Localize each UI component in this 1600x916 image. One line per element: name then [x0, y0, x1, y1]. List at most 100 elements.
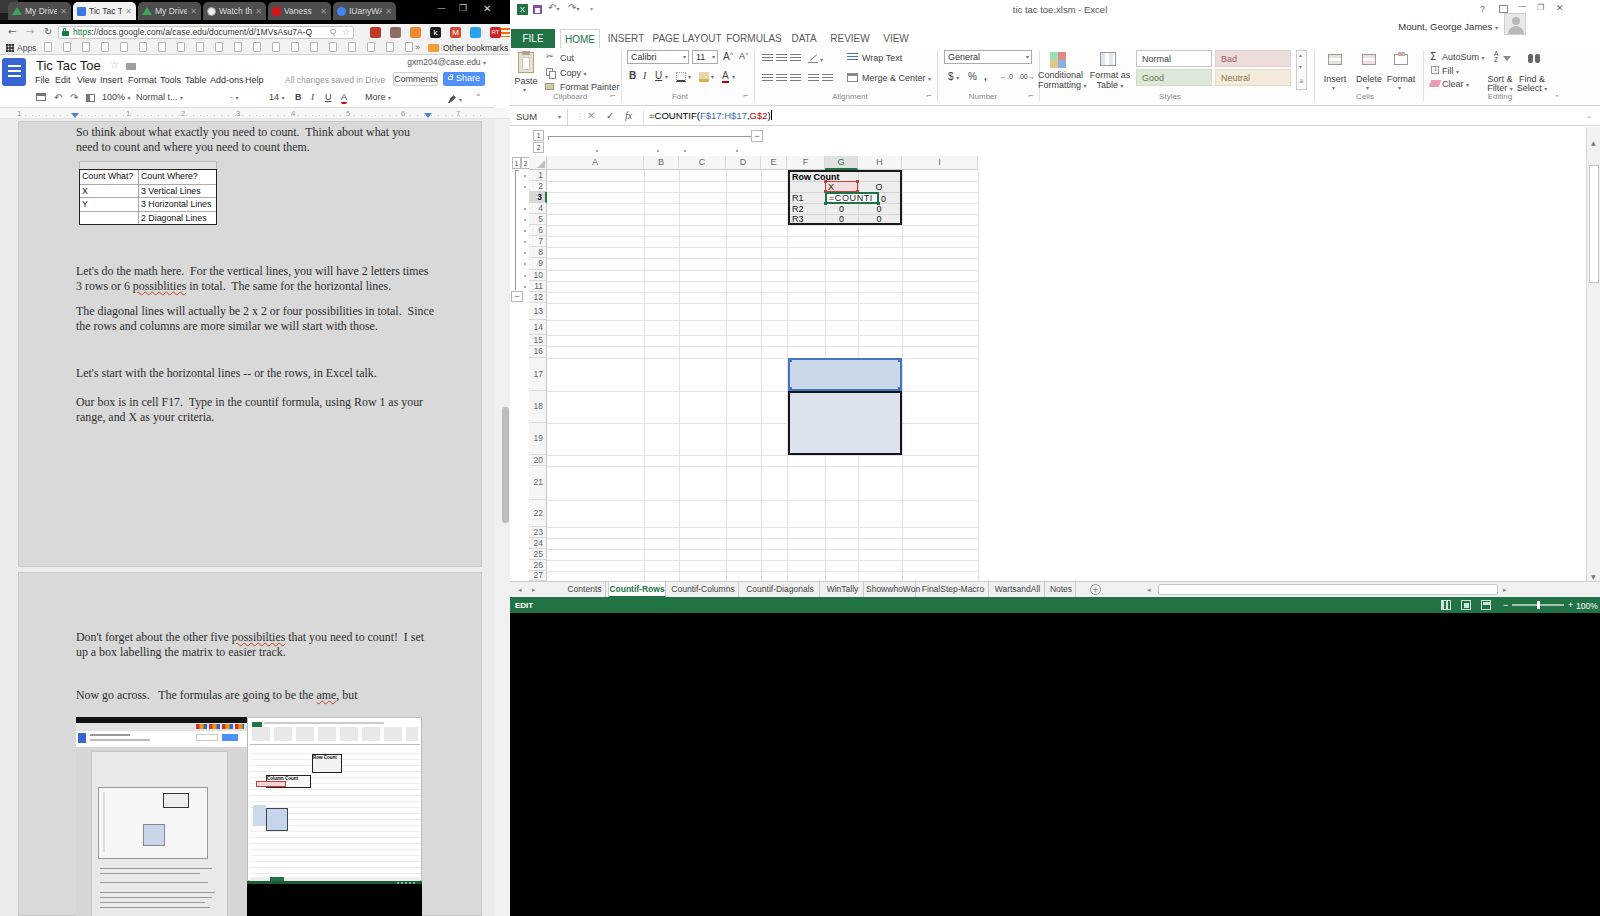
increase-font-icon[interactable]: A˄: [723, 51, 733, 62]
sheet-tab-showwhowon[interactable]: ShowwhoWon: [866, 582, 916, 598]
font-name-select[interactable]: Calibri▾: [627, 50, 689, 64]
chrome-minimize-button[interactable]: —: [437, 3, 446, 13]
column-outline-level-2[interactable]: 2: [533, 142, 544, 153]
bookmark-item[interactable]: [272, 42, 280, 52]
column-header-G[interactable]: G: [825, 156, 858, 170]
criteria-range-highlight-g2[interactable]: X: [825, 181, 858, 192]
orientation-arrow[interactable]: ▾: [820, 56, 823, 63]
cell-f4[interactable]: R2: [792, 204, 804, 214]
browser-tab-watch-th[interactable]: Watch th✕: [203, 2, 266, 20]
select-all-corner[interactable]: [529, 156, 547, 170]
bookmark-star-icon[interactable]: ☆: [342, 27, 350, 37]
scroll-down-icon[interactable]: ▼: [1591, 573, 1596, 580]
editing-cell-g3[interactable]: =COUNTI: [825, 192, 879, 204]
sheet-tab-countif-columns[interactable]: Countif-Columns: [668, 582, 739, 598]
format-button[interactable]: Format: [1382, 74, 1420, 84]
bookmark-item[interactable]: [158, 42, 166, 52]
help-icon[interactable]: ?: [1480, 4, 1485, 14]
doc-scrollbar[interactable]: [494, 119, 510, 916]
conditional-formatting-button[interactable]: Conditional: [1038, 70, 1082, 80]
row-header-21[interactable]: 21: [529, 466, 547, 500]
comments-button[interactable]: Comments: [393, 72, 438, 86]
bookmark-item[interactable]: [63, 42, 71, 52]
column-header-B[interactable]: B: [644, 156, 679, 170]
alignment-dialog-launcher[interactable]: ⌐: [926, 92, 932, 100]
browser-tab-tic-tac-t[interactable]: Tic Tac T✕: [73, 2, 136, 20]
back-icon[interactable]: ←: [8, 27, 16, 37]
decrease-indent-icon[interactable]: [808, 74, 819, 83]
tab-close-icon[interactable]: ✕: [190, 7, 197, 16]
text-color-button[interactable]: A: [341, 91, 347, 104]
doc-page-1[interactable]: Count What?Count Where?X3 Vertical Lines…: [18, 121, 482, 567]
extension-icon-1[interactable]: [370, 27, 381, 38]
extension-icon-3[interactable]: [410, 27, 421, 38]
redo-icon[interactable]: ↷: [70, 92, 78, 103]
increase-decimal-button[interactable]: ←.0: [1000, 73, 1013, 80]
document-canvas[interactable]: Count What?Count Where?X3 Vertical Lines…: [0, 119, 494, 916]
row-header-15[interactable]: 15: [529, 335, 547, 346]
styles-gallery-scroll[interactable]: ▴▾≡: [1296, 50, 1307, 90]
sheet-tab-finalstep-macro[interactable]: FinalStep-Macro: [918, 582, 989, 598]
insert-arrow[interactable]: ▾: [1332, 84, 1335, 91]
bookmark-item[interactable]: [215, 42, 223, 52]
decrease-decimal-button[interactable]: .00→: [1018, 73, 1035, 80]
font-dialog-launcher[interactable]: ⌐: [743, 92, 749, 100]
right-indent-marker[interactable]: [424, 113, 432, 118]
clipboard-dialog-launcher[interactable]: ⌐: [610, 92, 616, 100]
row-header-16[interactable]: 16: [529, 346, 547, 358]
browser-tab-my-drive[interactable]: My Drive✕: [8, 2, 71, 20]
ribbon-tab-formulas[interactable]: FORMULAS: [726, 29, 782, 48]
sheet-tab-countif-rows[interactable]: Countif-Rows: [608, 582, 666, 598]
font-size-select[interactable]: 11▾: [692, 50, 718, 64]
tab-close-icon[interactable]: ✕: [125, 7, 132, 16]
browser-tab-vaness[interactable]: Vaness✕: [268, 2, 331, 20]
underline-button[interactable]: U: [325, 91, 332, 104]
name-box[interactable]: SUM▾: [510, 109, 568, 125]
row-header-4[interactable]: 4: [529, 203, 547, 214]
bookmark-item[interactable]: [44, 42, 52, 52]
format-arrow[interactable]: ▾: [1398, 84, 1401, 91]
conditional-formatting-label2[interactable]: Formatting ▾: [1038, 80, 1082, 90]
column-header-I[interactable]: I: [902, 156, 978, 170]
font-size-select[interactable]: 14 ▾: [269, 91, 285, 104]
left-indent-marker[interactable]: [71, 113, 79, 118]
docs-menu-edit[interactable]: Edit: [55, 75, 71, 85]
print-icon[interactable]: [36, 93, 46, 101]
clear-button[interactable]: Clear ▾: [1442, 79, 1469, 89]
docs-menu-file[interactable]: File: [35, 75, 50, 85]
zoom-level[interactable]: 100%: [1576, 601, 1598, 611]
format-as-table-label2[interactable]: Table ▾: [1088, 80, 1132, 90]
cell-g5[interactable]: 0: [825, 214, 858, 224]
font-select[interactable]: - ▾: [230, 91, 239, 104]
tab-close-icon[interactable]: ✕: [320, 7, 327, 16]
column-outline-level-1[interactable]: 1: [533, 130, 544, 141]
edit-mode-arrow[interactable]: ▾: [459, 96, 462, 103]
gmail-extension-icon[interactable]: M: [450, 27, 461, 38]
row-header-5[interactable]: 5: [529, 214, 547, 225]
wrap-text-button[interactable]: Wrap Text: [862, 53, 902, 63]
doc-scrollbar-thumb[interactable]: [502, 407, 509, 523]
formula-input[interactable]: =COUNTIF(F$17:H$17,G$2): [649, 110, 772, 121]
edit-mode-pencil-icon[interactable]: [448, 95, 456, 103]
apps-grid-icon[interactable]: [6, 44, 14, 52]
column-header-E[interactable]: E: [761, 156, 787, 170]
bordered-box-f18h19[interactable]: [788, 391, 902, 455]
bold-button[interactable]: B: [295, 91, 302, 104]
align-bottom-icon[interactable]: [790, 54, 801, 63]
forward-icon[interactable]: →: [26, 27, 34, 37]
row-header-27[interactable]: 27: [529, 571, 547, 581]
orientation-icon[interactable]: [808, 53, 818, 63]
docs-menu-tools[interactable]: Tools: [160, 75, 181, 85]
close-icon[interactable]: ✕: [1556, 3, 1564, 13]
sheet-tab-countif-diagonals[interactable]: Countif-Diagonals: [741, 582, 820, 598]
row-header-25[interactable]: 25: [529, 549, 547, 560]
cell-style-bad[interactable]: Bad: [1215, 50, 1291, 67]
autosum-button[interactable]: AutoSum ▾: [1442, 52, 1485, 62]
row-header-17[interactable]: 17: [529, 358, 547, 391]
chrome-menu-icon[interactable]: [501, 28, 510, 37]
redo-icon[interactable]: ↷▾: [568, 2, 579, 13]
extension-icon-k[interactable]: k: [430, 27, 441, 38]
row-header-20[interactable]: 20: [529, 455, 547, 466]
star-icon[interactable]: ☆: [110, 59, 119, 70]
new-sheet-button[interactable]: +: [1090, 584, 1101, 595]
